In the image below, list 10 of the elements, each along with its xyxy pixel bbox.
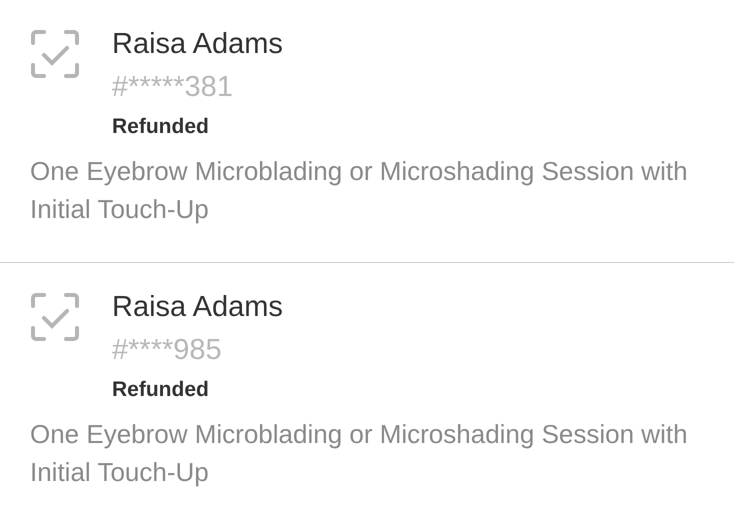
select-check-icon[interactable] [30,29,80,79]
deal-description: One Eyebrow Microblading or Microshading Session with Initial Touch-Up [30,155,689,226]
order-code: #****985 [112,333,223,368]
order-code: #*****381 [112,70,234,105]
customer-name: Raisa Adams [112,27,283,62]
order-status: Refunded [112,114,210,140]
order-status: Refunded [112,377,210,403]
select-check-icon[interactable] [30,292,80,342]
customer-name: Raisa Adams [112,290,283,325]
deal-description: One Eyebrow Microblading or Microshading Session with Initial Touch-Up [30,418,689,489]
